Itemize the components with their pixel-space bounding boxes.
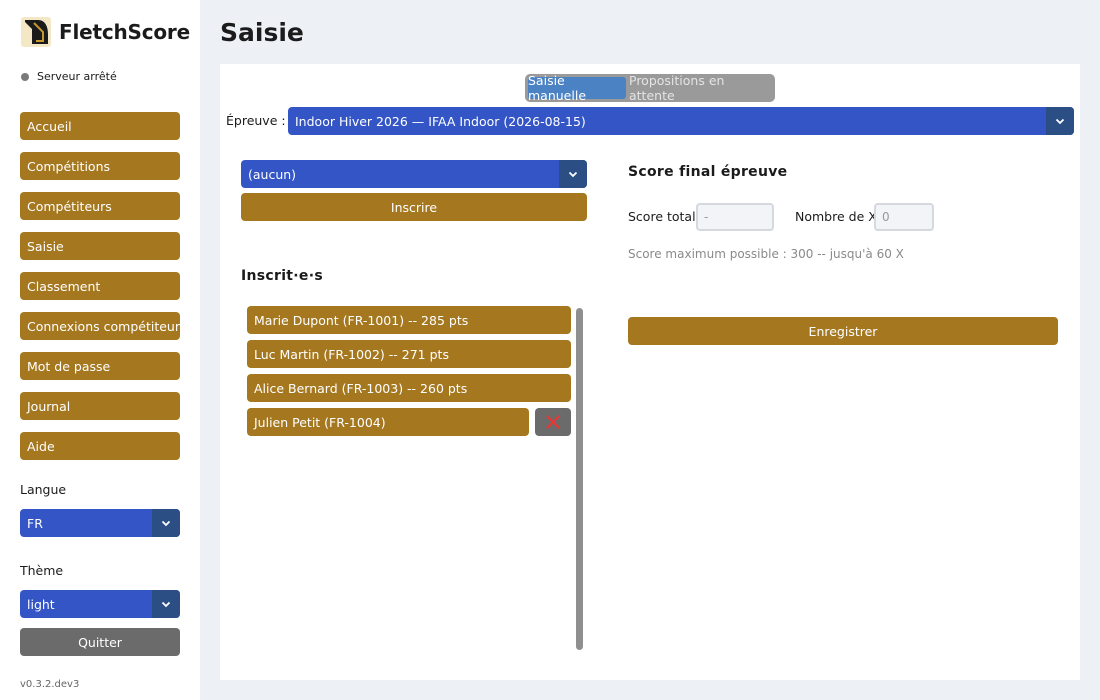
max-score-hint: Score maximum possible : 300 -- jusqu'à … bbox=[628, 247, 904, 261]
chevron-down-icon[interactable] bbox=[152, 590, 180, 618]
mode-tabs: Saisie manuelle Propositions en attente bbox=[525, 73, 775, 103]
status-dot-icon bbox=[21, 72, 29, 81]
inscrit-item[interactable]: Alice Bernard (FR-1003) -- 260 pts bbox=[247, 374, 571, 402]
score-total-label: Score total bbox=[628, 209, 696, 224]
sidebar-item-saisie[interactable]: Saisie bbox=[20, 232, 180, 260]
theme-select[interactable]: light bbox=[20, 590, 180, 618]
delete-inscrit-button[interactable] bbox=[535, 408, 571, 436]
server-status: Serveur arrêté bbox=[21, 70, 117, 83]
language-value: FR bbox=[27, 515, 43, 531]
epreuve-select[interactable]: Indoor Hiver 2026 — IFAA Indoor (2026-08… bbox=[288, 107, 1074, 135]
inscrire-button[interactable]: Inscrire bbox=[241, 193, 587, 221]
sidebar-item-competiteurs[interactable]: Compétiteurs bbox=[20, 192, 180, 220]
epreuve-label: Épreuve : bbox=[226, 113, 286, 128]
list-item: Marie Dupont (FR-1001) -- 285 pts bbox=[247, 306, 571, 334]
theme-label: Thème bbox=[20, 563, 64, 578]
language-select[interactable]: FR bbox=[20, 509, 180, 537]
version-text: v0.3.2.dev3 bbox=[20, 679, 80, 690]
sidebar-item-journal[interactable]: Journal bbox=[20, 392, 180, 420]
chevron-down-icon[interactable] bbox=[152, 509, 180, 537]
inscrit-item[interactable]: Luc Martin (FR-1002) -- 271 pts bbox=[247, 340, 571, 368]
main-panel: Saisie manuelle Propositions en attente … bbox=[220, 64, 1080, 680]
epreuve-value: Indoor Hiver 2026 — IFAA Indoor (2026-08… bbox=[295, 113, 586, 129]
bow-logo-icon bbox=[21, 17, 51, 47]
inscrit-item[interactable]: Julien Petit (FR-1004) bbox=[247, 408, 529, 436]
sidebar-item-connexions[interactable]: Connexions compétiteurs bbox=[20, 312, 180, 340]
inscrit-item[interactable]: Marie Dupont (FR-1001) -- 285 pts bbox=[247, 306, 571, 334]
sidebar-item-mot-de-passe[interactable]: Mot de passe bbox=[20, 352, 180, 380]
inscrits-title: Inscrit·e·s bbox=[241, 268, 323, 284]
quit-button[interactable]: Quitter bbox=[20, 628, 180, 656]
close-icon bbox=[546, 415, 560, 429]
tab-saisie-manuelle[interactable]: Saisie manuelle bbox=[528, 73, 626, 103]
competitor-select-value: (aucun) bbox=[248, 166, 297, 182]
list-item: Luc Martin (FR-1002) -- 271 pts bbox=[247, 340, 571, 368]
inscrits-list: Marie Dupont (FR-1001) -- 285 pts Luc Ma… bbox=[247, 306, 571, 442]
sidebar: FletchScore Serveur arrêté Accueil Compé… bbox=[0, 0, 200, 700]
sidebar-item-aide[interactable]: Aide bbox=[20, 432, 180, 460]
list-scrollbar[interactable] bbox=[576, 308, 583, 650]
app-name: FletchScore bbox=[59, 20, 190, 44]
competitor-select[interactable]: (aucun) bbox=[241, 160, 587, 188]
score-total-input[interactable]: - bbox=[696, 203, 774, 231]
tab-propositions[interactable]: Propositions en attente bbox=[629, 73, 773, 103]
theme-value: light bbox=[27, 596, 55, 612]
sidebar-nav: Accueil Compétitions Compétiteurs Saisie… bbox=[20, 112, 180, 472]
brand: FletchScore bbox=[20, 16, 190, 48]
x-count-input[interactable]: 0 bbox=[874, 203, 934, 231]
sidebar-item-accueil[interactable]: Accueil bbox=[20, 112, 180, 140]
server-status-text: Serveur arrêté bbox=[37, 70, 117, 83]
page-title: Saisie bbox=[220, 18, 304, 47]
sidebar-item-competitions[interactable]: Compétitions bbox=[20, 152, 180, 180]
list-item: Alice Bernard (FR-1003) -- 260 pts bbox=[247, 374, 571, 402]
save-button[interactable]: Enregistrer bbox=[628, 317, 1058, 345]
language-label: Langue bbox=[20, 482, 67, 497]
chevron-down-icon[interactable] bbox=[1046, 107, 1074, 135]
chevron-down-icon[interactable] bbox=[559, 160, 587, 188]
list-item: Julien Petit (FR-1004) bbox=[247, 408, 571, 436]
final-score-title: Score final épreuve bbox=[628, 164, 788, 180]
x-count-label: Nombre de X bbox=[795, 209, 877, 224]
sidebar-item-classement[interactable]: Classement bbox=[20, 272, 180, 300]
